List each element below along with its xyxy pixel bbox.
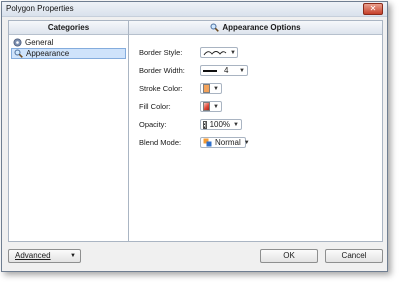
- ok-button[interactable]: OK: [260, 249, 318, 263]
- blend-mode-label: Blend Mode:: [139, 138, 182, 147]
- chevron-down-icon: ▼: [239, 67, 245, 74]
- advanced-button-label: Advanced: [15, 251, 51, 260]
- border-style-label: Border Style:: [139, 48, 183, 57]
- blend-mode-dropdown[interactable]: Normal ▼: [200, 137, 250, 148]
- close-button[interactable]: ✕: [363, 3, 383, 15]
- fill-color-picker[interactable]: ▼: [200, 101, 222, 112]
- window-title: Polygon Properties: [6, 4, 74, 13]
- title-bar[interactable]: Polygon Properties ✕: [2, 2, 387, 17]
- stroke-color-label: Stroke Color:: [139, 84, 183, 93]
- border-width-value: 4: [224, 66, 229, 75]
- categories-header: Categories: [9, 21, 128, 35]
- fill-color-label: Fill Color:: [139, 102, 171, 111]
- cancel-button[interactable]: Cancel: [325, 249, 383, 263]
- advanced-button[interactable]: Advanced ▼: [8, 249, 81, 263]
- line-width-icon: [203, 69, 217, 72]
- border-style-dropdown[interactable]: ▼: [200, 47, 238, 58]
- magnifier-icon: [210, 23, 220, 32]
- appearance-header-label: Appearance Options: [222, 23, 301, 32]
- opacity-dropdown[interactable]: 100% ▼: [200, 119, 242, 130]
- dialog-window: Polygon Properties ✕ Categories General …: [1, 1, 388, 272]
- stroke-color-picker[interactable]: ▼: [200, 83, 222, 94]
- opacity-value: 100%: [209, 120, 231, 129]
- checkerboard-icon: [203, 120, 207, 129]
- chevron-down-icon: ▼: [70, 253, 76, 259]
- appearance-options-panel: Appearance Options Border Style: ▼ Borde…: [129, 20, 383, 242]
- border-width-label: Border Width:: [139, 66, 185, 75]
- chevron-down-icon: ▼: [233, 121, 239, 128]
- category-appearance[interactable]: Appearance: [11, 48, 126, 59]
- opacity-label: Opacity:: [139, 120, 167, 129]
- chevron-down-icon: ▼: [213, 103, 219, 110]
- category-general[interactable]: General: [11, 37, 126, 48]
- gear-icon: [13, 38, 22, 47]
- border-width-dropdown[interactable]: 4 ▼: [200, 65, 248, 76]
- category-appearance-label: Appearance: [26, 49, 70, 58]
- category-general-label: General: [25, 38, 54, 47]
- magnifier-icon: [14, 49, 23, 58]
- blend-mode-icon: [203, 138, 212, 147]
- chevron-down-icon: ▼: [243, 139, 250, 146]
- blend-mode-value: Normal: [215, 138, 241, 147]
- curved-line-icon: [203, 49, 227, 57]
- categories-panel: Categories General Appearance: [8, 20, 129, 242]
- stroke-color-swatch: [203, 84, 211, 93]
- appearance-header: Appearance Options: [129, 21, 382, 35]
- chevron-down-icon: ▼: [213, 85, 219, 92]
- chevron-down-icon: ▼: [230, 49, 236, 56]
- fill-color-swatch: [203, 102, 211, 111]
